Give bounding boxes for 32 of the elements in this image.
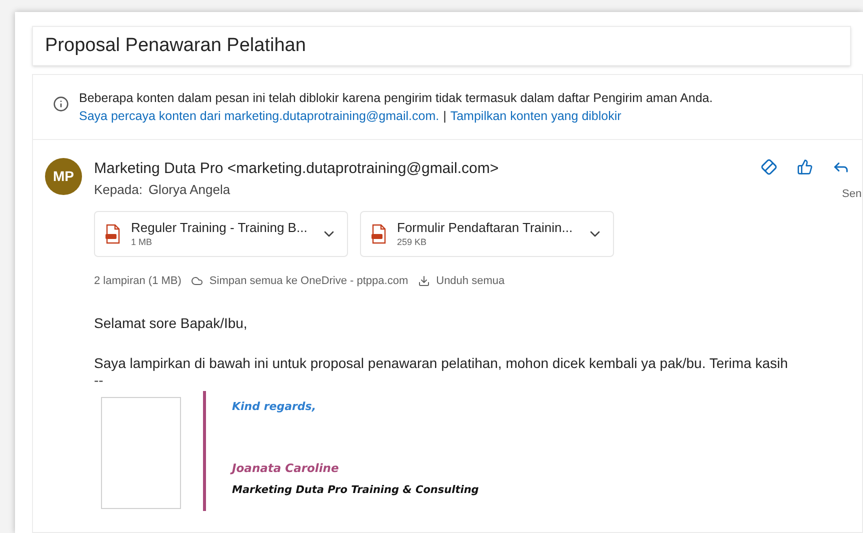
attachment-size: 1 MB xyxy=(131,236,154,248)
recipient-name: Glorya Angela xyxy=(148,181,230,199)
pdf-file-icon xyxy=(105,224,121,244)
attachment-name: Formulir Pendaftaran Trainin... xyxy=(397,219,574,236)
trust-sender-link[interactable]: Saya percaya konten dari marketing.dutaprotraining@gmail.com. xyxy=(79,107,440,125)
diamond-icon xyxy=(760,158,778,176)
save-to-onedrive-button[interactable]: Simpan semua ke OneDrive - ptppa.com xyxy=(191,272,408,289)
signature-separator: -- xyxy=(94,373,104,387)
pdf-file-icon xyxy=(371,224,387,244)
signature-greeting: Kind regards, xyxy=(232,399,318,415)
sender-avatar: MP xyxy=(45,158,82,195)
attachment-name: Reguler Training - Training B... xyxy=(131,219,308,236)
cloud-icon xyxy=(191,274,204,287)
attachment-summary: 2 lampiran (1 MB) xyxy=(94,274,182,288)
blocked-message: Beberapa konten dalam pesan ini telah diblokir karena pengirim tidak termasuk dalam daftar Pengirim aman Anda. xyxy=(79,90,713,107)
show-blocked-link[interactable]: Tampilkan konten yang diblokir xyxy=(450,107,622,125)
signature-name: Joanata Caroline xyxy=(232,460,340,476)
subject-title: Proposal Penawaran Pelatihan xyxy=(45,34,306,58)
download-all-button[interactable]: Unduh semua xyxy=(418,272,505,289)
attachment-card[interactable]: Formulir Pendaftaran Trainin... 259 KB xyxy=(360,210,614,256)
signature-company: Marketing Duta Pro Training & Consulting xyxy=(232,482,479,498)
body-paragraph: Saya lampirkan di bawah ini untuk proposal penawaran pelatihan, mohon dicek kembali ya pak/bu. Terima kasih xyxy=(94,354,789,373)
sender-name: Marketing Duta Pro <marketing.dutaprotraining@gmail.com> xyxy=(94,159,500,179)
link-separator: | xyxy=(443,108,446,125)
body-paragraph: Selamat sore Bapak/Ibu, xyxy=(94,314,248,333)
thumbs-up-icon xyxy=(797,159,813,175)
download-icon xyxy=(418,274,430,287)
recipient-label: Kepada: xyxy=(94,181,142,199)
info-icon xyxy=(53,96,69,112)
attachment-size: 259 KB xyxy=(397,236,428,248)
message-date: Sen xyxy=(842,187,862,202)
attachment-card[interactable]: Reguler Training - Training B... 1 MB xyxy=(94,210,348,256)
